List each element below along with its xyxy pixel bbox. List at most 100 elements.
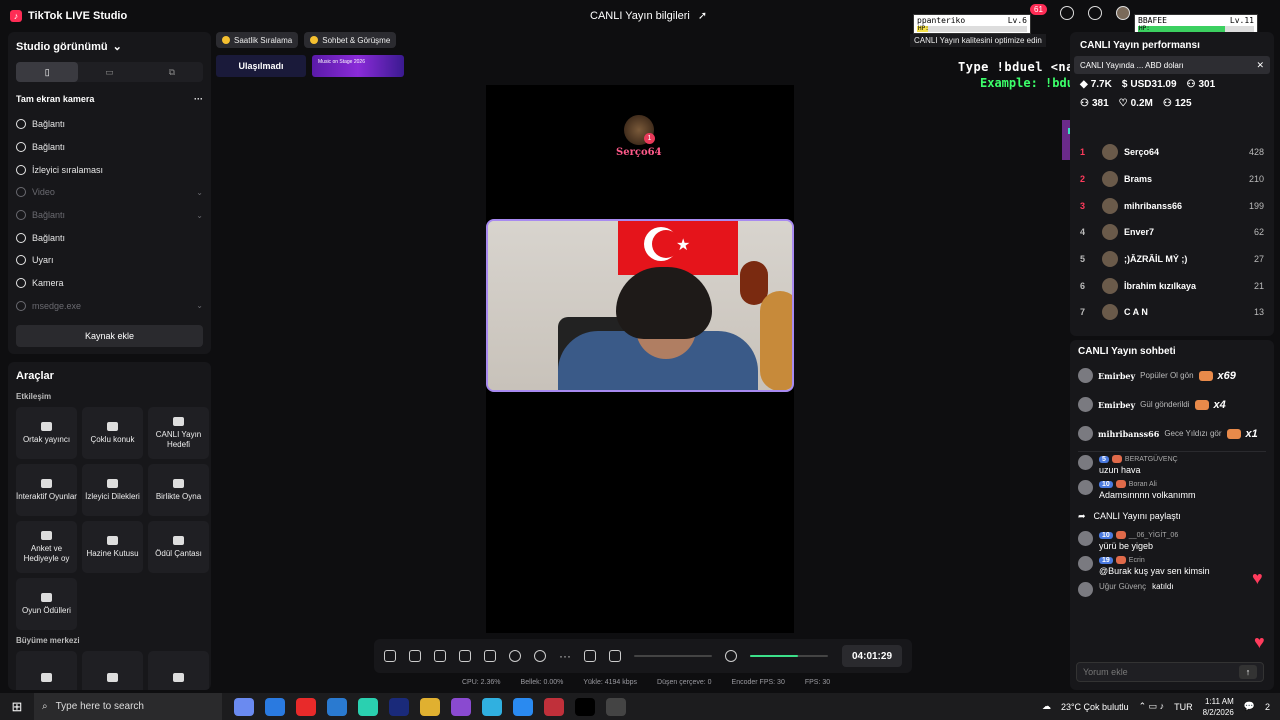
screen-share-icon[interactable]	[409, 650, 421, 662]
speaker-icon[interactable]	[609, 650, 621, 662]
scene-header[interactable]: Tam ekran kamera ···	[16, 94, 203, 104]
tool-gamepad[interactable]: İnteraktif Oyunlar	[16, 464, 77, 516]
portrait-button[interactable]: ▯	[16, 62, 79, 82]
taskbar-app-icon[interactable]	[513, 697, 533, 716]
message-user[interactable]: Boran Ali	[1129, 481, 1157, 488]
effects-icon[interactable]	[434, 650, 446, 662]
tool-label: Birlikte Oyna	[155, 491, 202, 501]
notification-center-icon[interactable]: 💬	[1244, 701, 1255, 712]
tool-play-together[interactable]: Birlikte Oyna	[148, 464, 209, 516]
source-item[interactable]: Bağlantı	[16, 226, 203, 249]
comment-input[interactable]: Yorum ekle ↑	[1076, 662, 1264, 682]
tools-title: Araçlar	[16, 370, 54, 382]
taskbar-app-icon[interactable]	[606, 697, 626, 716]
source-item[interactable]: Bağlantı ⌄	[16, 204, 203, 227]
tool-co-host[interactable]: Ortak yayıncı	[16, 407, 77, 459]
mixer-icon[interactable]	[584, 650, 596, 662]
message-user[interactable]: BERATGÜVENÇ	[1125, 456, 1178, 463]
ranking-row[interactable]: 4 Enver7 62	[1080, 219, 1264, 246]
source-item[interactable]: msedge.exe ⌄	[16, 295, 203, 318]
message-user[interactable]: __06_YİGİT_06	[1129, 532, 1178, 539]
mic-volume-slider[interactable]	[750, 655, 828, 657]
taskbar-app-icon[interactable]	[544, 697, 564, 716]
ranking-row[interactable]: 5 ;)ÂZRÂİL MÝ ;) 27	[1080, 246, 1264, 273]
source-item[interactable]: Bağlantı	[16, 113, 203, 136]
message-user[interactable]: Ecrin	[1129, 557, 1145, 564]
landscape-button[interactable]: ▭	[78, 62, 140, 82]
avatar[interactable]	[1078, 480, 1093, 495]
add-source-button[interactable]: Kaynak ekle	[16, 325, 203, 348]
ranking-row[interactable]: 6 İbrahim kızılkaya 21	[1080, 272, 1264, 299]
goal-status[interactable]: Ulaşılmadı	[216, 55, 306, 77]
quality-tip[interactable]: CANLI Yayın kalitesini optimize edin	[910, 34, 1046, 47]
record-icon[interactable]	[509, 650, 521, 662]
tool-reward-bag[interactable]: Ödül Çantası	[148, 521, 209, 573]
taskbar-app-icon[interactable]	[296, 697, 316, 716]
hourly-ranking-pill[interactable]: Saatlik Sıralama	[216, 32, 299, 48]
taskbar-app-icon[interactable]	[358, 697, 378, 716]
chat-call-pill[interactable]: Sohbet & Görüşme	[304, 32, 397, 48]
taskbar-app-icon[interactable]	[575, 697, 595, 716]
chevron-down-icon[interactable]: ⌄	[196, 211, 203, 220]
tool-poll[interactable]: Anket ve Hediyeyle oy	[16, 521, 77, 573]
microphone-icon[interactable]	[725, 650, 737, 662]
stream-info-button[interactable]: CANLI Yayın bilgileri ➚	[590, 9, 707, 23]
taskbar-app-icon[interactable]	[451, 697, 471, 716]
language[interactable]: TUR	[1174, 702, 1193, 712]
snapshot-icon[interactable]	[534, 650, 546, 662]
tool-treasure-box[interactable]: Hazine Kutusu	[82, 521, 143, 573]
speaker-volume-slider[interactable]	[634, 655, 712, 657]
send-button[interactable]: ↑	[1239, 665, 1257, 679]
source-item[interactable]: Bağlantı	[16, 136, 203, 159]
source-item[interactable]: Video ⌄	[16, 181, 203, 204]
gift-text: Popüler Ol gön	[1140, 371, 1194, 380]
taskbar-app-icon[interactable]	[389, 697, 409, 716]
avatar[interactable]	[1078, 531, 1093, 546]
more-options-icon[interactable]: ···	[194, 94, 203, 104]
tool-game-reward[interactable]: Oyun Ödülleri	[16, 578, 77, 630]
phone-icon[interactable]	[484, 650, 496, 662]
avatar	[1102, 197, 1118, 214]
ranking-row[interactable]: 1 Serço64 428	[1080, 139, 1264, 166]
clock[interactable]: 1:11 AM 8/2/2026	[1203, 696, 1234, 718]
ranking-row[interactable]: 3 mihribanss66 199	[1080, 192, 1264, 219]
gift-message: Emirbey Popüler Ol gön x69	[1078, 361, 1266, 390]
taskbar-search[interactable]: ⌕ Type here to search	[34, 693, 222, 720]
metric-value: 381	[1091, 98, 1109, 109]
taskbar-app-icon[interactable]	[265, 697, 285, 716]
add-media-icon[interactable]	[459, 650, 471, 662]
avatar[interactable]	[1116, 6, 1130, 20]
growth-tool-2[interactable]	[82, 651, 143, 690]
source-item[interactable]: İzleyici sıralaması	[16, 158, 203, 181]
source-item[interactable]: Kamera	[16, 272, 203, 295]
taskbar-app-icon[interactable]	[482, 697, 502, 716]
growth-tool-1[interactable]	[16, 651, 77, 690]
studio-view-dropdown[interactable]: Studio görünümü ⌄	[16, 40, 203, 54]
growth-tool-3[interactable]	[148, 651, 209, 690]
close-icon[interactable]: ✕	[1256, 60, 1264, 71]
windows-start-icon[interactable]: ⊞	[0, 699, 34, 715]
dual-button[interactable]: ⧉	[141, 62, 203, 82]
help-icon[interactable]	[1060, 6, 1074, 20]
taskbar-app-icon[interactable]	[234, 697, 254, 716]
more-icon[interactable]: ···	[559, 649, 571, 663]
settings-icon[interactable]	[1088, 6, 1102, 20]
chevron-down-icon[interactable]: ⌄	[196, 301, 203, 310]
taskbar-app-icon[interactable]	[327, 697, 347, 716]
taskbar-app-icon[interactable]	[420, 697, 440, 716]
tool-live-goal[interactable]: CANLI Yayın Hedefi	[148, 407, 209, 459]
event-banner[interactable]: Music on Stage 2026	[312, 55, 404, 77]
avatar[interactable]	[1078, 455, 1093, 470]
ranking-row[interactable]: 2 Brams 210	[1080, 166, 1264, 193]
tool-multi-guest[interactable]: Çoklu konuk	[82, 407, 143, 459]
magic-wand-icon[interactable]	[384, 650, 396, 662]
source-item[interactable]: Uyarı	[16, 249, 203, 272]
tray-icons[interactable]: ⌃ ▭ ♪	[1139, 701, 1165, 712]
ranking-row[interactable]: 7 C A N 13	[1080, 299, 1264, 326]
avatar[interactable]	[1078, 556, 1093, 571]
chevron-down-icon[interactable]: ⌄	[196, 188, 203, 197]
stat-item: Encoder FPS: 30	[731, 679, 785, 686]
titlebar-actions	[1060, 6, 1130, 20]
tool-gift[interactable]: İzleyici Dilekleri	[82, 464, 143, 516]
weather-text[interactable]: 23°C Çok bulutlu	[1061, 702, 1129, 712]
